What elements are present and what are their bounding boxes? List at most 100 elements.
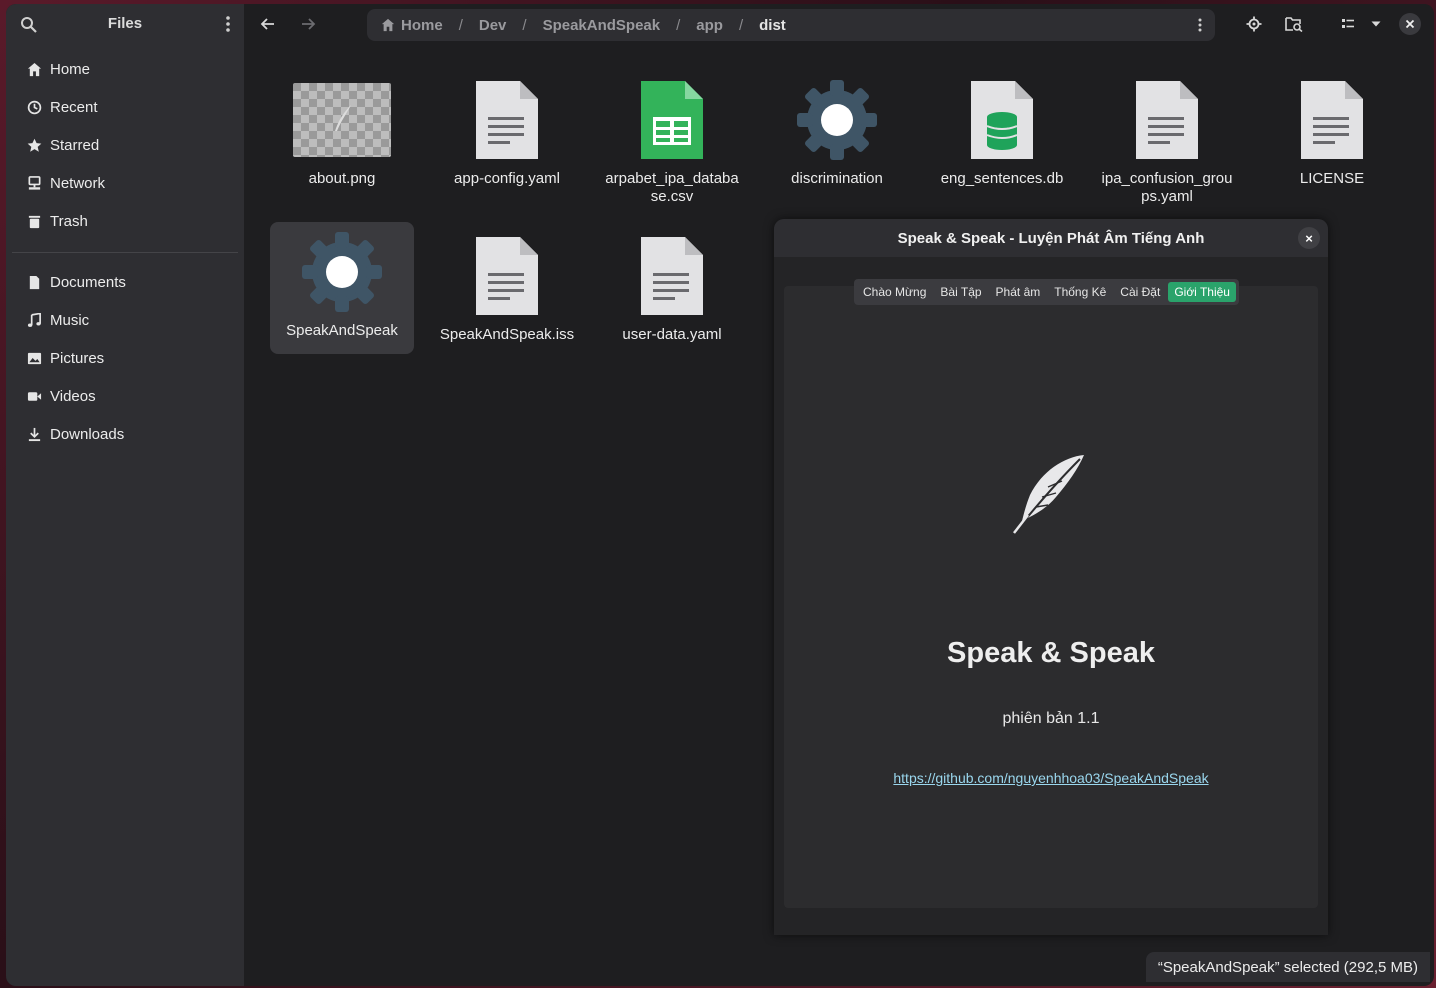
file-item[interactable]: ipa_confusion_groups.yaml bbox=[1095, 70, 1239, 206]
sidebar-separator bbox=[12, 252, 238, 253]
crumb-home[interactable]: Home bbox=[381, 17, 443, 34]
dialog-panel bbox=[784, 286, 1318, 908]
tab-bai-tap[interactable]: Bài Tập bbox=[934, 282, 987, 302]
sidebar-item-network[interactable]: Network bbox=[6, 164, 244, 202]
file-name: eng_sentences.db bbox=[940, 170, 1064, 187]
tab-gioi-thieu[interactable]: Giới Thiệu bbox=[1168, 282, 1236, 302]
sidebar-item-starred[interactable]: Starred bbox=[6, 126, 244, 164]
sidebar: Files Home Recent Starred Network Trash … bbox=[6, 4, 244, 986]
tab-bar: Chào Mừng Bài Tập Phát âm Thống Kê Cài Đ… bbox=[854, 279, 1239, 305]
gear-icon bbox=[797, 80, 877, 160]
text-file-icon bbox=[641, 237, 703, 315]
sidebar-item-music[interactable]: Music bbox=[6, 301, 244, 339]
view-mode-button[interactable] bbox=[1336, 12, 1360, 36]
header-bar: Home / Dev / SpeakAndSpeak / app / dist bbox=[244, 4, 1434, 44]
folder-search-icon bbox=[1285, 17, 1303, 32]
sidebar-item-label: Recent bbox=[50, 98, 98, 116]
music-icon bbox=[27, 312, 41, 327]
crumb-separator: / bbox=[522, 16, 527, 34]
crumb-speakandspeak[interactable]: SpeakAndSpeak bbox=[543, 17, 661, 34]
document-icon bbox=[29, 275, 39, 289]
file-item[interactable]: about.png bbox=[270, 70, 414, 188]
file-name: about.png bbox=[308, 170, 376, 187]
view-options-button[interactable] bbox=[1364, 12, 1388, 36]
download-icon bbox=[28, 427, 40, 441]
crumb-label: Home bbox=[401, 16, 443, 34]
close-icon: × bbox=[1305, 230, 1313, 246]
crumb-separator: / bbox=[458, 16, 463, 34]
status-bar: “SpeakAndSpeak” selected (292,5 MB) bbox=[1145, 952, 1430, 982]
sidebar-item-label: Network bbox=[50, 174, 106, 192]
feather-logo-icon bbox=[1013, 455, 1084, 534]
file-name: SpeakAndSpeak.iss bbox=[439, 326, 575, 343]
network-icon bbox=[28, 175, 40, 190]
list-view-icon bbox=[1342, 19, 1354, 28]
menu-icon[interactable] bbox=[224, 14, 232, 34]
chevron-down-icon bbox=[1371, 21, 1381, 27]
sidebar-item-downloads[interactable]: Downloads bbox=[6, 415, 244, 453]
crosshair-icon bbox=[1246, 16, 1262, 32]
app-name: Speak & Speak bbox=[947, 637, 1155, 669]
text-file-icon bbox=[1301, 81, 1363, 159]
crumb-app[interactable]: app bbox=[696, 17, 723, 34]
file-item[interactable]: SpeakAndSpeak.iss bbox=[435, 226, 579, 344]
about-dialog: Speak & Speak - Luyện Phát Âm Tiếng Anh … bbox=[774, 219, 1328, 935]
sidebar-item-label: Trash bbox=[50, 212, 88, 230]
app-version: phiên bản 1.1 bbox=[1002, 710, 1100, 727]
file-item[interactable]: user-data.yaml bbox=[600, 226, 744, 344]
file-name: discrimination bbox=[791, 170, 883, 187]
tab-thong-ke[interactable]: Thống Kê bbox=[1048, 282, 1112, 302]
file-name: user-data.yaml bbox=[622, 326, 722, 343]
forward-button[interactable] bbox=[296, 12, 320, 36]
sidebar-item-label: Music bbox=[50, 311, 90, 329]
file-item[interactable]: eng_sentences.db bbox=[930, 70, 1074, 188]
sidebar-item-label: Downloads bbox=[50, 425, 125, 443]
sidebar-header: Files bbox=[6, 4, 244, 44]
dialog-close-button[interactable]: × bbox=[1298, 227, 1320, 249]
sidebar-item-label: Home bbox=[50, 60, 91, 78]
sidebar-item-trash[interactable]: Trash bbox=[6, 202, 244, 240]
file-name: ipa_confusion_groups.yaml bbox=[1101, 170, 1233, 205]
tab-chao-mung[interactable]: Chào Mừng bbox=[857, 282, 932, 302]
sidebar-item-pictures[interactable]: Pictures bbox=[6, 339, 244, 377]
app-title: Files bbox=[107, 15, 143, 32]
image-thumbnail-icon bbox=[293, 83, 391, 157]
github-link[interactable]: https://github.com/nguyenhhoa03/SpeakAnd… bbox=[774, 770, 1328, 786]
tab-phat-am[interactable]: Phát âm bbox=[990, 282, 1047, 302]
file-item[interactable]: app-config.yaml bbox=[435, 70, 579, 188]
tab-cai-dat[interactable]: Cài Đặt bbox=[1114, 282, 1166, 302]
crumb-dev[interactable]: Dev bbox=[479, 17, 507, 34]
sidebar-item-recent[interactable]: Recent bbox=[6, 88, 244, 126]
window-close-button[interactable] bbox=[1398, 12, 1422, 36]
sidebar-item-label: Documents bbox=[50, 273, 126, 291]
file-name: app-config.yaml bbox=[454, 170, 560, 187]
path-menu-icon[interactable] bbox=[1197, 16, 1203, 34]
text-file-icon bbox=[1136, 81, 1198, 159]
arrow-right-icon bbox=[302, 18, 316, 30]
sidebar-item-label: Starred bbox=[50, 136, 100, 154]
trash-icon bbox=[28, 215, 40, 228]
crumb-dist[interactable]: dist bbox=[759, 17, 786, 34]
home-icon bbox=[27, 62, 41, 76]
spreadsheet-file-icon bbox=[641, 81, 703, 159]
crumb-separator: / bbox=[738, 16, 744, 34]
search-folder-button[interactable] bbox=[1282, 12, 1306, 36]
text-file-icon bbox=[476, 81, 538, 159]
file-item-selected[interactable]: SpeakAndSpeak bbox=[270, 222, 414, 354]
star-icon bbox=[27, 138, 41, 152]
locate-button[interactable] bbox=[1242, 12, 1266, 36]
file-name: LICENSE bbox=[1299, 170, 1365, 187]
sidebar-item-documents[interactable]: Documents bbox=[6, 263, 244, 301]
file-item[interactable]: discrimination bbox=[765, 70, 909, 188]
back-button[interactable] bbox=[256, 12, 280, 36]
sidebar-item-videos[interactable]: Videos bbox=[6, 377, 244, 415]
gear-icon bbox=[302, 232, 382, 312]
file-item[interactable]: arpabet_ipa_database.csv bbox=[600, 70, 744, 206]
picture-icon bbox=[27, 352, 41, 364]
dialog-title: Speak & Speak - Luyện Phát Âm Tiếng Anh bbox=[897, 229, 1205, 247]
dialog-titlebar[interactable]: Speak & Speak - Luyện Phát Âm Tiếng Anh … bbox=[774, 219, 1328, 257]
sidebar-item-home[interactable]: Home bbox=[6, 50, 244, 88]
file-item[interactable]: LICENSE bbox=[1260, 70, 1404, 188]
sidebar-item-label: Pictures bbox=[50, 349, 105, 367]
file-name: SpeakAndSpeak bbox=[286, 322, 398, 339]
